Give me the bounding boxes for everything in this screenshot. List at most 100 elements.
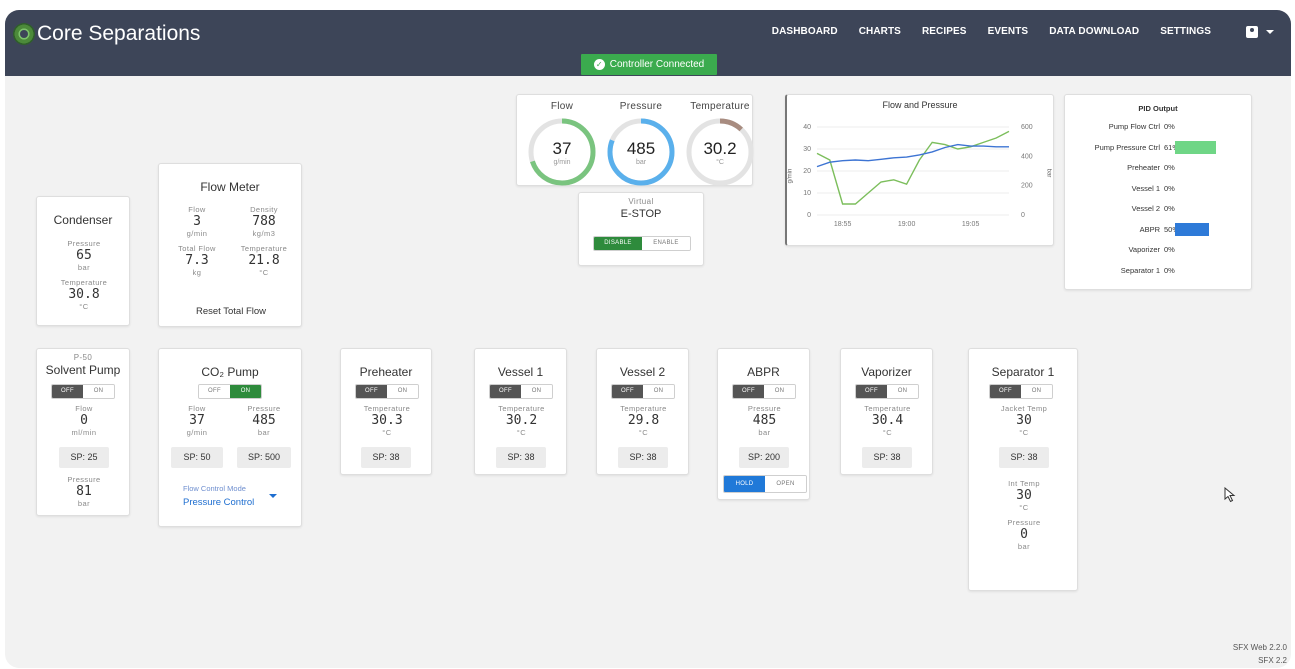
nav-data-download[interactable]: DATA DOWNLOAD [1049,26,1139,37]
abpr-title: ABPR [747,365,780,379]
fm-total-value: 7.3 [185,253,209,268]
pid-row: Vessel 2 0% [1065,204,1252,218]
fm-total-unit: kg [192,268,202,277]
reset-total-flow-button[interactable]: Reset Total Flow [159,306,303,317]
nav-events[interactable]: EVENTS [988,26,1029,37]
pid-title: PID Output [1138,104,1178,113]
estop-toggle: DISABLE ENABLE [593,236,691,251]
separator-1-jacket-label: Jacket Temp [1000,404,1048,413]
estop-title: E-STOP [620,208,662,220]
fm-temp-value: 21.8 [248,253,280,268]
co2-pump-on-button[interactable]: ON [230,385,261,398]
separator-1-title: Separator 1 [991,365,1055,379]
abpr-hold-button[interactable]: HOLD [724,476,765,492]
chart-left-tick: 10 [803,190,811,197]
preheater-temp-value: 30.3 [371,413,403,428]
condenser-temp-unit: °C [79,302,89,311]
chart-left-tick: 20 [803,168,811,175]
nav-settings[interactable]: SETTINGS [1160,26,1211,37]
preheater-temp-label: Temperature [363,404,411,413]
flow-control-mode-select[interactable]: Flow Control Mode Pressure Control [183,484,283,514]
chart-left-tick: 0 [807,212,811,219]
pid-row-name: Vessel 1 [1131,183,1160,193]
co2-pump-pressure-setpoint[interactable]: SP: 500 [237,447,291,468]
condenser-card: Condenser Pressure 65 bar Temperature 30… [36,196,130,326]
co2-pump-flow-setpoint[interactable]: SP: 50 [171,447,223,468]
abpr-pressure-unit: bar [758,428,771,437]
solvent-pump-setpoint[interactable]: SP: 25 [59,447,109,468]
vaporizer-setpoint[interactable]: SP: 38 [862,447,912,468]
vessel-1-off-button[interactable]: OFF [490,385,521,398]
separator-1-on-button[interactable]: ON [1021,385,1052,398]
estop-card: Virtual E-STOP DISABLE ENABLE [578,192,704,266]
connection-status-badge: ✓ Controller Connected [581,54,717,75]
vessel-2-off-button[interactable]: OFF [612,385,643,398]
pid-row-value: 0% [1164,163,1175,172]
abpr-on-button[interactable]: ON [764,385,795,398]
fm-flow-unit: g/min [186,229,208,238]
chevron-down-icon [1266,30,1274,34]
co2-pump-title: CO₂ Pump [201,365,259,379]
brand-logo[interactable]: Core Separations [13,22,200,46]
abpr-off-button[interactable]: OFF [733,385,764,398]
solvent-pump-toggle: OFF ON [51,384,115,399]
chevron-down-icon [269,494,277,498]
solvent-pump-on-button[interactable]: ON [83,385,114,398]
connection-status-text: Controller Connected [609,59,705,70]
co2-pump-card: CO₂ Pump OFF ON Flow 37 g/min Pressure 4… [158,348,302,527]
solvent-pump-pressure-unit: bar [77,499,91,508]
gauge-temperature-unit: °C [716,159,724,166]
chart-left-axis-label: g/min [787,168,794,184]
vessel-2-setpoint[interactable]: SP: 38 [618,447,668,468]
chart-right-tick: 0 [1021,212,1025,219]
preheater-setpoint[interactable]: SP: 38 [361,447,411,468]
fm-total-label: Total Flow [178,244,216,253]
chart-right-tick: 200 [1021,183,1033,190]
fm-flow-value: 3 [193,214,201,229]
gauge-flow-unit: g/min [553,159,571,166]
abpr-setpoint[interactable]: SP: 200 [739,447,789,468]
condenser-pressure-unit: bar [77,263,91,272]
solvent-pump-off-button[interactable]: OFF [52,385,83,398]
estop-enable-button[interactable]: ENABLE [642,237,690,250]
mouse-cursor-icon [1224,487,1236,503]
pid-row-name: ABPR [1139,224,1160,234]
pid-output-card: PID Output Pump Flow Ctrl 0% Pump Pressure… [1064,94,1252,290]
vessel-2-temp-value: 29.8 [627,413,660,428]
pid-output-bar [1175,222,1209,236]
separator-1-card: Separator 1 OFF ON Jacket Temp 30 °C SP:… [968,348,1078,591]
gauge-temperature-value: 30.2 [703,139,737,158]
gauge-flow-value: 37 [552,139,572,158]
brand-name: Core Separations [37,22,201,45]
vessel-1-on-button[interactable]: ON [521,385,552,398]
vaporizer-on-button[interactable]: ON [887,385,918,398]
vessel-2-on-button[interactable]: ON [643,385,674,398]
pid-row-name: Vaporizer [1128,245,1160,254]
pid-row-name: Separator 1 [1120,265,1160,275]
gauge-flow: Flow 37 g/min [527,101,597,186]
user-menu[interactable] [1246,26,1274,38]
nav-dashboard[interactable]: DASHBOARD [772,26,838,37]
co2-pump-toggle: OFF ON [198,384,262,399]
nav-charts[interactable]: CHARTS [859,26,901,37]
version-core: SFX 2.2 [1258,656,1287,665]
estop-disable-button[interactable]: DISABLE [594,237,642,250]
vaporizer-off-button[interactable]: OFF [856,385,887,398]
condenser-pressure-value: 65 [76,248,92,263]
preheater-on-button[interactable]: ON [387,385,418,398]
separator-1-int-value: 30 [1016,488,1032,503]
separator-1-off-button[interactable]: OFF [990,385,1021,398]
co2-pump-off-button[interactable]: OFF [199,385,230,398]
pid-row: Vaporizer 0% [1065,245,1252,259]
vessel-2-temp-label: Temperature [620,404,667,413]
vessel-1-setpoint[interactable]: SP: 38 [496,447,546,468]
vessel-2-card: Vessel 2 OFF ON Temperature 29.8 °C SP: … [596,348,689,475]
preheater-off-button[interactable]: OFF [356,385,387,398]
co2-pump-pressure-unit: bar [257,428,271,437]
solvent-pump-pressure-value: 81 [76,484,92,499]
nav-recipes[interactable]: RECIPES [922,26,967,37]
pid-row: Vessel 1 0% [1065,184,1252,198]
co2-pump-pressure-value: 485 [252,413,276,428]
abpr-open-button[interactable]: OPEN [765,476,806,492]
separator-1-setpoint[interactable]: SP: 38 [999,447,1049,468]
